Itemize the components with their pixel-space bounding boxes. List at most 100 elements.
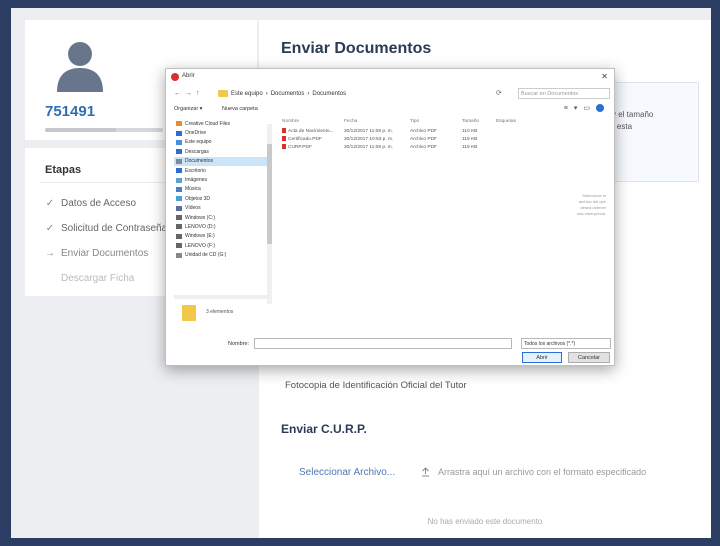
nav-item[interactable]: Windows (C:) (174, 213, 270, 222)
scrollbar-thumb[interactable] (267, 144, 272, 244)
nav-item[interactable]: Música (174, 185, 270, 194)
nav-item-label: Documentos (185, 158, 214, 165)
navigation-pane[interactable]: Creative Cloud Files OneDrive Este equipo D… (174, 119, 270, 299)
preview-pane-icon[interactable]: ▭ (583, 105, 596, 112)
video-icon (176, 205, 182, 211)
cloud-icon (176, 121, 182, 127)
file-name: Acta de Nacimiento... (278, 128, 344, 134)
file-date: 30/12/2017 10:53 p. m. (344, 136, 394, 142)
breadcrumb-item[interactable]: Documentos (312, 91, 346, 97)
nav-item-label: Descargas (185, 148, 209, 155)
item-count: 3 elementos (206, 309, 234, 315)
close-icon[interactable]: ✕ (601, 72, 608, 81)
select-file-link[interactable]: Seleccionar Archivo... (299, 467, 395, 478)
drive-icon (176, 243, 182, 249)
steps-title: Etapas (45, 164, 82, 176)
step-solicitud-de-contrasena[interactable]: ✓ Solicitud de Contraseña (45, 223, 167, 234)
nav-item-label: LENOVO (F:) (185, 242, 216, 249)
nav-item-label: Windows (E:) (185, 233, 215, 240)
nav-item[interactable]: Windows (E:) (174, 232, 270, 241)
progress-fill (45, 128, 116, 132)
column-size[interactable]: Tamaño (462, 119, 496, 127)
download-icon (176, 149, 182, 155)
view-tools[interactable]: ≡▾▭ (564, 104, 604, 113)
computer-icon (176, 139, 182, 145)
breadcrumb[interactable]: Este equipo › Documentos › Documentos (218, 90, 346, 97)
file-date: 30/12/2017 11:08 p. m. (344, 128, 393, 134)
user-id: 751491 (45, 103, 96, 120)
file-size: 119 KB (462, 144, 478, 150)
file-type: Archivo PDF (410, 136, 437, 142)
nav-item[interactable]: Imágenes (174, 175, 270, 184)
step-label: Descargar Ficha (61, 273, 135, 284)
filename-input[interactable] (254, 338, 512, 349)
breadcrumb-item[interactable]: Este equipo (231, 91, 263, 97)
cancel-button[interactable]: Cancelar (568, 352, 610, 363)
nav-item[interactable]: Objetos 3D (174, 194, 270, 203)
no-document-status: No has enviado este documento (427, 517, 543, 526)
folder-icon (218, 90, 228, 97)
chevron-right-icon: › (265, 90, 268, 97)
file-row[interactable]: Acta de Nacimiento... 30/12/2017 11:08 p.… (278, 127, 578, 135)
nav-item-label: Objetos 3D (185, 195, 211, 202)
nav-item[interactable]: LENOVO (F:) (174, 241, 270, 250)
column-date[interactable]: Fecha (344, 119, 410, 127)
page-background: 751491 Etapas ✓ Datos de Acceso ✓ Solici… (0, 0, 720, 546)
search-input[interactable]: Buscar en Documentos (518, 88, 610, 99)
file-list[interactable]: Nombre Fecha Tipo Tamaño Etiquetas Acta … (278, 119, 578, 151)
file-rows: Acta de Nacimiento... 30/12/2017 11:08 p.… (278, 127, 578, 151)
music-icon (176, 186, 182, 192)
nav-item[interactable]: Este equipo (174, 138, 270, 147)
nav-item[interactable]: Unidad de CD (G:) (174, 250, 270, 259)
refresh-icon[interactable]: ⟳ (496, 89, 502, 97)
file-list-header: Nombre Fecha Tipo Tamaño Etiquetas (278, 119, 578, 127)
file-name-text: CURP.PDF (288, 144, 312, 150)
nav-item-label: Creative Cloud Files (185, 120, 231, 127)
drop-hint-text: Arrastra aquí un archivo con el formato … (438, 467, 647, 477)
open-button[interactable]: Abrir (522, 352, 562, 363)
nav-item[interactable]: Vídeos (174, 204, 270, 213)
file-name-text: Certificado.PDF (288, 136, 322, 142)
pdf-icon (282, 144, 286, 150)
page-title: Enviar Documentos (281, 40, 432, 57)
step-enviar-documentos[interactable]: → Enviar Documentos (45, 248, 148, 259)
file-size: 110 KB (462, 128, 478, 134)
dialog-titlebar[interactable]: Abrir ✕ (166, 69, 614, 85)
nav-item[interactable]: Descargas (174, 147, 270, 156)
pictures-icon (176, 177, 182, 183)
nav-item-label: Windows (C:) (185, 214, 216, 221)
column-type[interactable]: Tipo (410, 119, 462, 127)
column-tags[interactable]: Etiquetas (496, 119, 536, 127)
nav-item[interactable]: LENOVO (D:) (174, 222, 270, 231)
organize-menu[interactable]: Organizar ▾ (174, 106, 202, 112)
pdf-icon (282, 136, 286, 142)
nav-scrollbar[interactable] (267, 124, 272, 304)
drop-zone[interactable]: Arrastra aquí un archivo con el formato … (421, 467, 646, 477)
step-datos-de-acceso[interactable]: ✓ Datos de Acceso (45, 198, 136, 209)
file-row[interactable]: CURP.PDF 30/12/2017 11:08 p. m. Archivo PD… (278, 143, 578, 151)
view-options-icon[interactable]: ≡▾ (564, 105, 584, 112)
nav-arrows[interactable]: ←→↑ (174, 90, 204, 97)
check-icon: ✓ (45, 198, 55, 209)
desktop-icon (176, 168, 182, 174)
nav-item[interactable]: Documentos (174, 156, 270, 166)
open-file-dialog[interactable]: Abrir ✕ ←→↑ Este equipo › Documentos › D… (165, 68, 615, 366)
horizontal-scrollbar[interactable] (174, 295, 270, 299)
nav-item-label: Unidad de CD (G:) (185, 252, 227, 259)
breadcrumb-item[interactable]: Documentos (271, 91, 305, 97)
progress-bar (45, 128, 163, 132)
arrow-right-icon: → (45, 248, 55, 259)
help-icon[interactable] (596, 104, 604, 113)
nav-item-label: Imágenes (185, 177, 207, 184)
file-row[interactable]: Certificado.PDF 30/12/2017 10:53 p. m. Arc… (278, 135, 578, 143)
document-label: Fotocopia de Identificación Oficial del … (285, 380, 467, 391)
column-name[interactable]: Nombre (278, 119, 344, 127)
nav-item[interactable]: Escritorio (174, 166, 270, 175)
dialog-toolbar: Organizar ▾ Nueva carpeta ≡▾▭ (166, 103, 614, 117)
nav-item[interactable]: OneDrive (174, 128, 270, 137)
documents-icon (176, 158, 182, 164)
pdf-icon (282, 128, 286, 134)
nav-item[interactable]: Creative Cloud Files (174, 119, 270, 128)
new-folder-button[interactable]: Nueva carpeta (222, 106, 258, 112)
file-type-select[interactable]: Todos los archivos (*.*) (521, 338, 611, 349)
